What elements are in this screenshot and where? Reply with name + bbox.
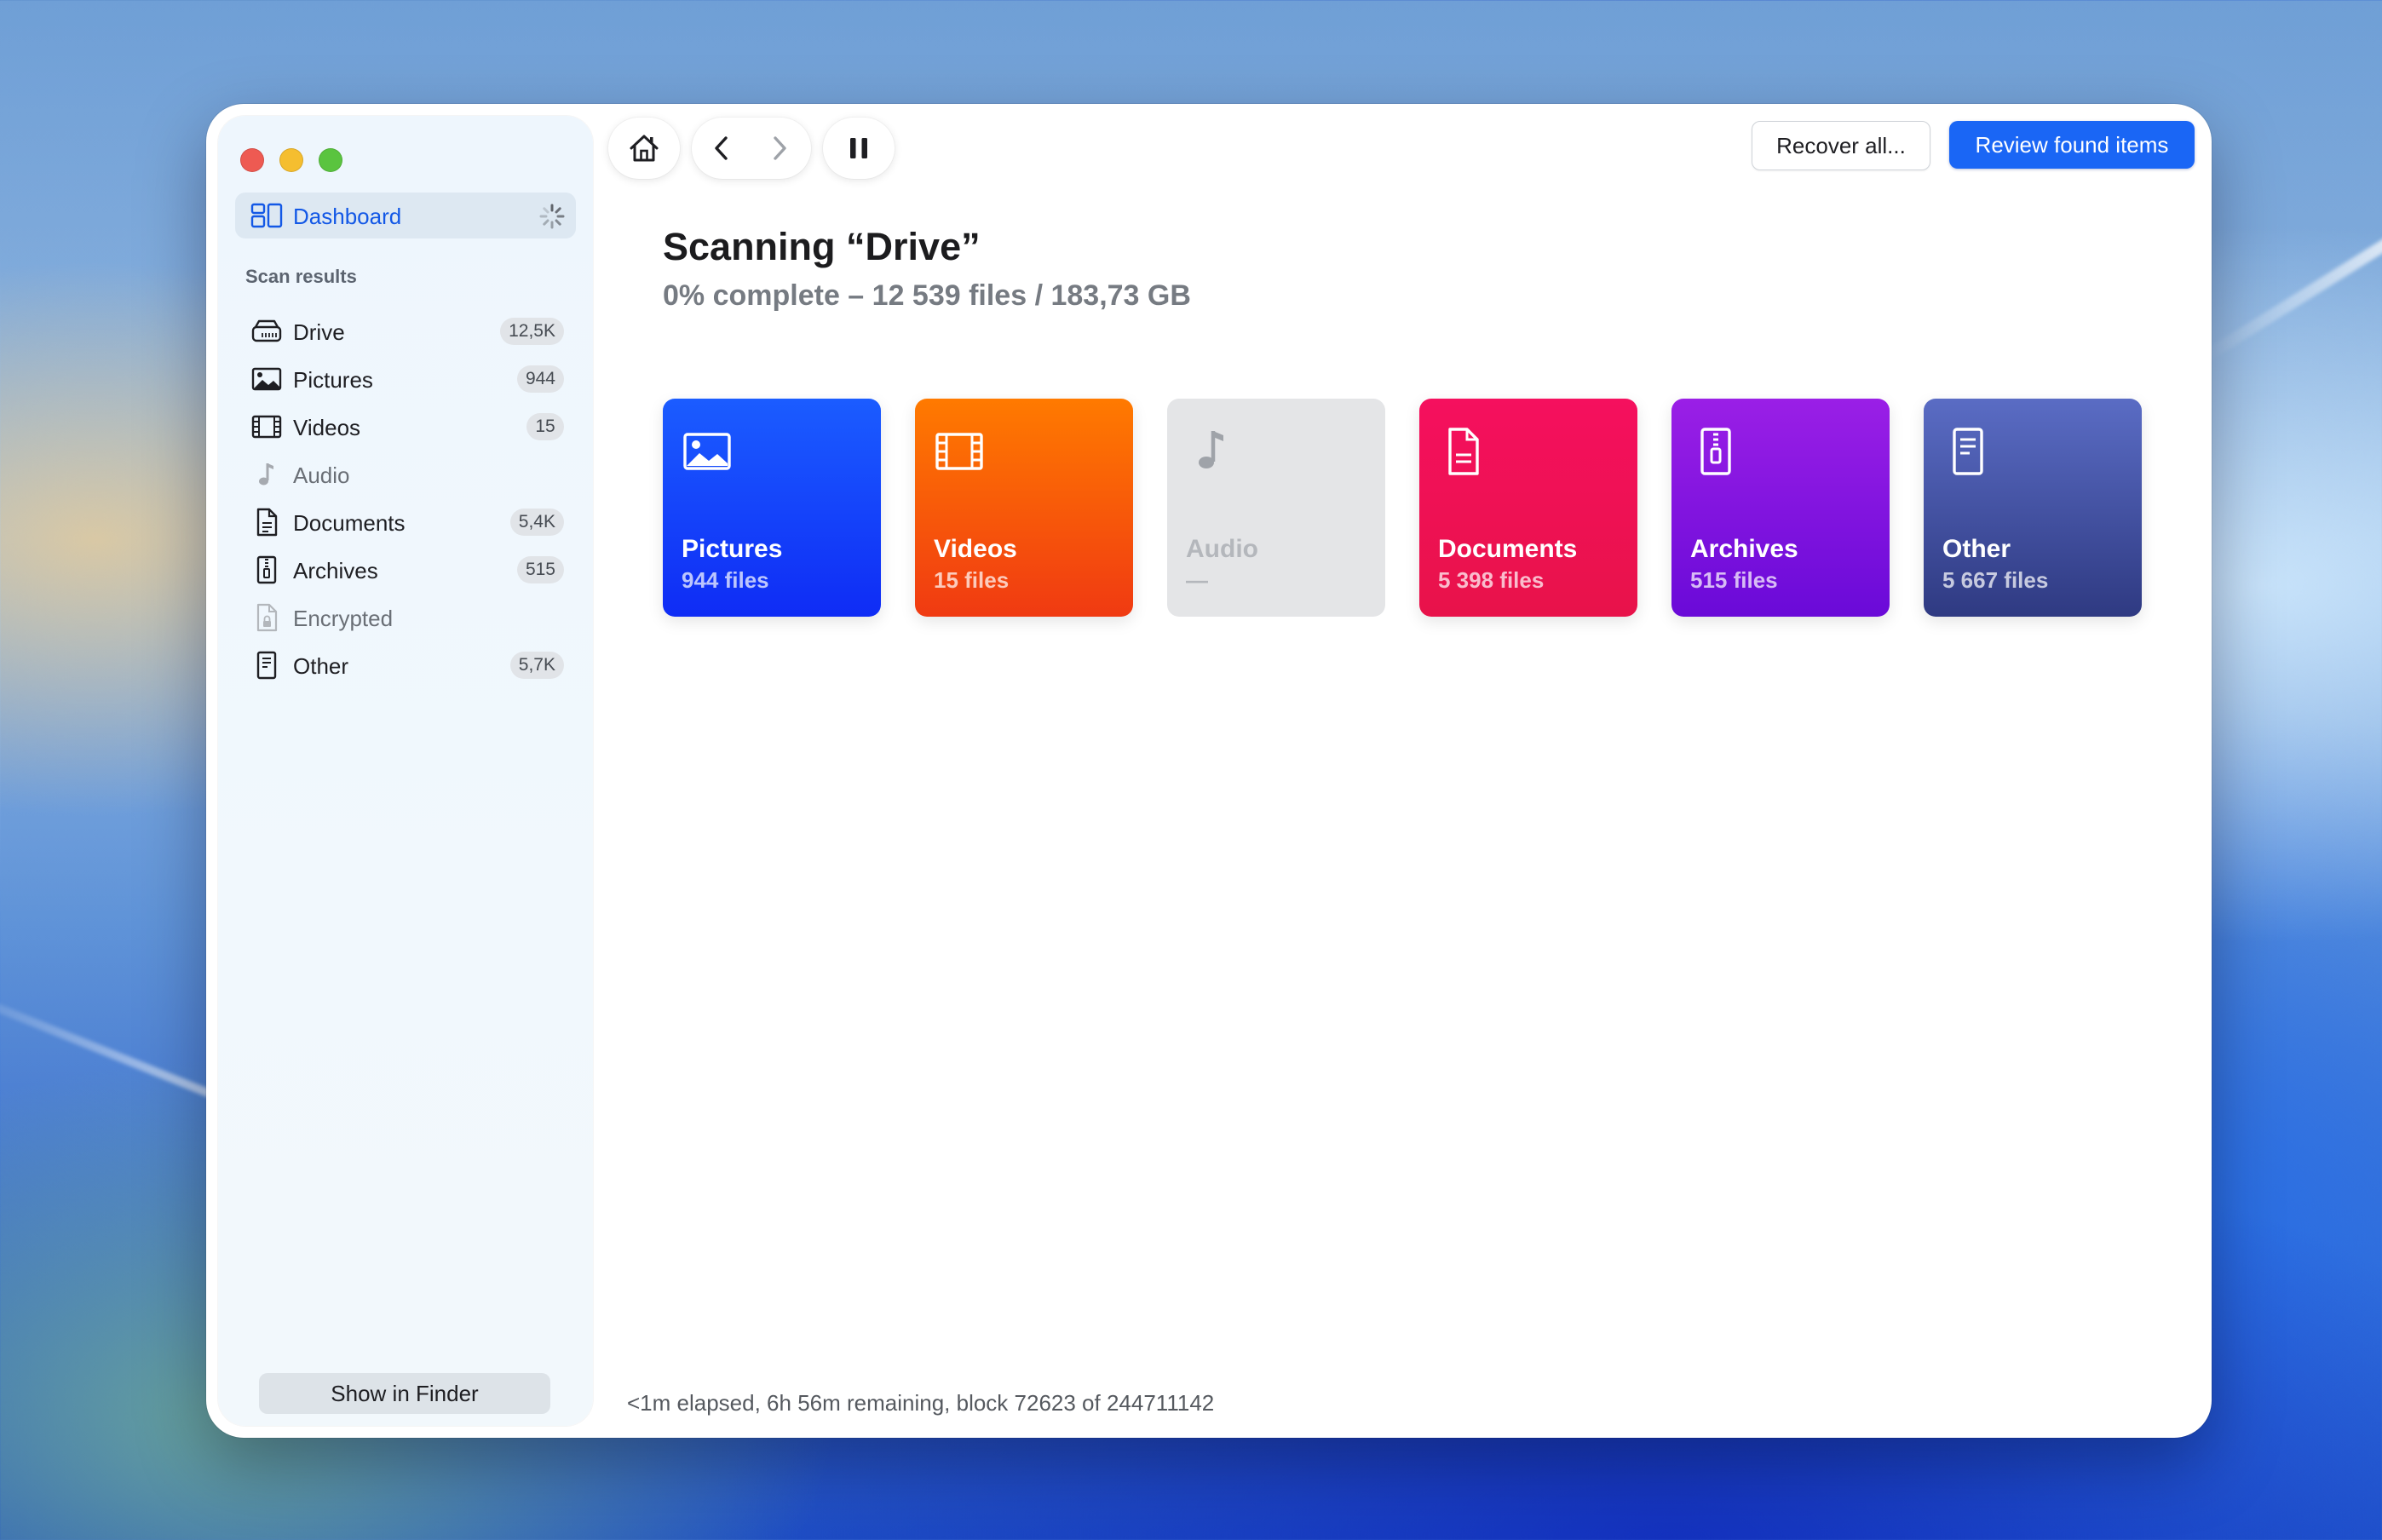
tile-label: Audio — [1186, 535, 1258, 563]
sidebar-item-drive[interactable]: Drive 12,5K — [235, 310, 576, 353]
documents-icon — [256, 508, 278, 537]
pause-scan-button[interactable] — [823, 118, 895, 179]
page-title: Scanning “Drive” — [663, 225, 981, 268]
tile-label: Other — [1942, 535, 2011, 563]
tile-count: 15 files — [934, 567, 1010, 593]
drive-icon — [251, 319, 282, 342]
sidebar-item-label: Videos — [293, 415, 361, 440]
count-badge: 5,7K — [509, 652, 564, 679]
count-badge: 12,5K — [500, 318, 564, 345]
pause-icon — [850, 138, 867, 158]
loading-spinner-icon — [539, 204, 565, 229]
sidebar-item-dashboard[interactable]: Dashboard — [235, 192, 576, 238]
sidebar-item-other[interactable]: Other 5,7K — [235, 644, 576, 687]
sidebar-item-label: Dashboard — [293, 204, 402, 229]
forward-chevron-icon[interactable] — [767, 131, 792, 165]
tile-count: 5 398 files — [1438, 567, 1545, 593]
minimize-window-button[interactable] — [279, 148, 303, 172]
archives-icon — [256, 555, 277, 584]
audio-icon — [259, 463, 273, 486]
count-badge: 944 — [516, 365, 564, 393]
sidebar-item-label: Archives — [293, 558, 378, 583]
sidebar-item-label: Pictures — [293, 367, 373, 393]
sidebar-item-encrypted[interactable]: Encrypted — [235, 596, 576, 639]
home-button[interactable] — [608, 118, 680, 179]
sidebar-item-label: Documents — [293, 510, 406, 536]
tile-count: — — [1186, 567, 1208, 593]
back-chevron-icon[interactable] — [709, 131, 734, 165]
section-label-scan-results: Scan results — [245, 266, 357, 287]
audio-icon — [1199, 431, 1223, 468]
recover-all-button[interactable]: Recover all... — [1752, 121, 1930, 170]
tile-label: Videos — [934, 535, 1017, 563]
show-in-finder-button[interactable]: Show in Finder — [259, 1373, 550, 1414]
count-badge: 515 — [516, 556, 564, 583]
sidebar-item-label: Other — [293, 653, 349, 679]
sidebar-item-label: Drive — [293, 319, 345, 345]
tile-label: Archives — [1690, 535, 1798, 563]
tile-videos[interactable]: Videos 15 files — [915, 399, 1133, 617]
sidebar-item-label: Encrypted — [293, 606, 394, 631]
sidebar-item-label: Audio — [293, 463, 350, 488]
encrypted-icon — [256, 603, 278, 632]
sidebar-item-audio[interactable]: Audio — [235, 453, 576, 496]
count-badge: 5,4K — [509, 509, 564, 536]
tile-archives[interactable]: Archives 515 files — [1671, 399, 1890, 617]
sidebar-item-pictures[interactable]: Pictures 944 — [235, 358, 576, 400]
sidebar: Dashboard Scan results Drive 12,5K Pictu… — [218, 116, 593, 1426]
scan-progress-text: 0% complete – 12 539 files / 183,73 GB — [663, 279, 1191, 312]
count-badge: 15 — [526, 413, 564, 440]
review-found-items-button[interactable]: Review found items — [1949, 121, 2195, 169]
sidebar-item-documents[interactable]: Documents 5,4K — [235, 501, 576, 543]
videos-icon — [251, 415, 282, 439]
documents-icon — [1448, 428, 1479, 475]
scan-status-text: <1m elapsed, 6h 56m remaining, block 726… — [627, 1390, 1215, 1416]
tile-count: 5 667 files — [1942, 567, 2049, 593]
tile-label: Pictures — [682, 535, 783, 563]
pictures-icon — [683, 433, 731, 470]
other-icon — [1953, 428, 1983, 475]
tile-count: 944 files — [682, 567, 769, 593]
tile-documents[interactable]: Documents 5 398 files — [1419, 399, 1637, 617]
tile-audio[interactable]: Audio — — [1167, 399, 1385, 617]
tile-pictures[interactable]: Pictures 944 files — [663, 399, 881, 617]
dashboard-icon — [250, 203, 283, 228]
sidebar-item-archives[interactable]: Archives 515 — [235, 549, 576, 591]
app-window: Dashboard Scan results Drive 12,5K Pictu… — [206, 104, 2212, 1438]
videos-icon — [935, 433, 983, 470]
archives-icon — [1700, 428, 1731, 475]
other-icon — [256, 651, 277, 680]
pictures-icon — [251, 367, 282, 391]
home-icon — [630, 135, 659, 162]
zoom-window-button[interactable] — [319, 148, 342, 172]
tile-other[interactable]: Other 5 667 files — [1924, 399, 2142, 617]
navigation-group — [692, 118, 811, 179]
sidebar-item-videos[interactable]: Videos 15 — [235, 405, 576, 448]
tile-label: Documents — [1438, 535, 1578, 563]
close-window-button[interactable] — [240, 148, 264, 172]
tile-count: 515 files — [1690, 567, 1778, 593]
desktop-highlight — [2198, 210, 2382, 365]
